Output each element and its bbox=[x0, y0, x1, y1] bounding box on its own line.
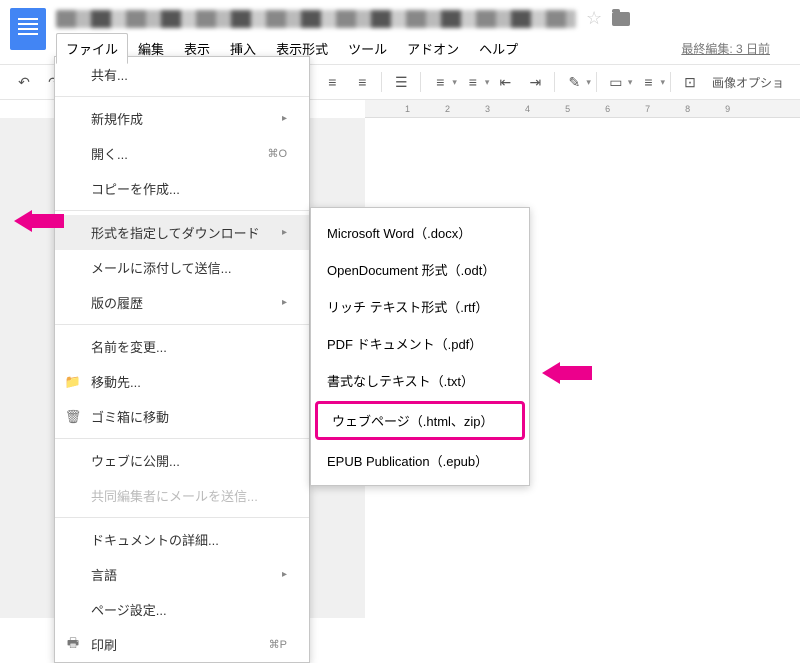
crop-icon[interactable]: ⊡ bbox=[676, 69, 704, 95]
star-icon[interactable]: ☆ bbox=[586, 8, 602, 29]
shortcut: ⌘P bbox=[269, 638, 287, 651]
folder-icon: 📁 bbox=[65, 374, 81, 390]
chevron-down-icon[interactable]: ▾ bbox=[485, 77, 490, 88]
menu-item-print[interactable]: 🖶印刷⌘P bbox=[55, 627, 309, 662]
border-icon[interactable]: ▭ bbox=[602, 69, 630, 95]
menu-item-email-attach[interactable]: メールに添付して送信... bbox=[55, 250, 309, 285]
chevron-down-icon[interactable]: ▾ bbox=[628, 77, 633, 88]
menu-item-move-to[interactable]: 📁移動先... bbox=[55, 364, 309, 399]
chevron-right-icon: ▸ bbox=[282, 113, 287, 124]
ruler-tick: 3 bbox=[485, 104, 490, 114]
ruler-tick: 8 bbox=[685, 104, 690, 114]
align-justify-icon[interactable]: ≡ bbox=[348, 69, 376, 95]
trash-icon: 🗑 bbox=[65, 409, 81, 425]
line-spacing-icon[interactable]: ☰ bbox=[387, 69, 415, 95]
menu-tools[interactable]: ツール bbox=[338, 33, 397, 64]
print-icon: 🖶 bbox=[65, 637, 81, 653]
ruler-tick: 9 bbox=[725, 104, 730, 114]
annotation-arrow-left bbox=[14, 210, 64, 232]
ruler-tick: 1 bbox=[405, 104, 410, 114]
undo-icon[interactable]: ↶ bbox=[10, 69, 38, 95]
menu-item-rename[interactable]: 名前を変更... bbox=[55, 329, 309, 364]
menu-item-language[interactable]: 言語▸ bbox=[55, 557, 309, 592]
submenu-odt[interactable]: OpenDocument 形式（.odt） bbox=[311, 251, 529, 288]
menu-item-download-as[interactable]: 形式を指定してダウンロード▸ bbox=[55, 215, 309, 250]
submenu-docx[interactable]: Microsoft Word（.docx） bbox=[311, 214, 529, 251]
numbered-list-icon[interactable]: ≡ bbox=[426, 69, 454, 95]
outdent-icon[interactable]: ⇤ bbox=[491, 69, 519, 95]
submenu-rtf[interactable]: リッチ テキスト形式（.rtf） bbox=[311, 288, 529, 325]
submenu-txt[interactable]: 書式なしテキスト（.txt） bbox=[311, 362, 529, 399]
annotation-arrow-right bbox=[542, 362, 592, 384]
indent-icon[interactable]: ⇥ bbox=[521, 69, 549, 95]
chevron-right-icon: ▸ bbox=[282, 569, 287, 580]
ruler-tick: 6 bbox=[605, 104, 610, 114]
menu-item-copy[interactable]: コピーを作成... bbox=[55, 171, 309, 206]
clear-format-icon[interactable]: ✎ bbox=[560, 69, 588, 95]
chevron-down-icon[interactable]: ▾ bbox=[586, 77, 591, 88]
chevron-right-icon: ▸ bbox=[282, 297, 287, 308]
menu-item-new[interactable]: 新規作成▸ bbox=[55, 101, 309, 136]
shortcut: ⌘O bbox=[267, 147, 287, 160]
menu-item-page-setup[interactable]: ページ設定... bbox=[55, 592, 309, 627]
doc-title-blurred[interactable] bbox=[56, 10, 576, 28]
last-edit[interactable]: 最終編集: 3 日前 bbox=[681, 40, 790, 57]
menu-item-details[interactable]: ドキュメントの詳細... bbox=[55, 522, 309, 557]
folder-icon[interactable] bbox=[612, 12, 630, 26]
ruler-tick: 4 bbox=[525, 104, 530, 114]
header: ☆ ファイル 編集 表示 挿入 表示形式 ツール アドオン ヘルプ 最終編集: … bbox=[0, 0, 800, 64]
ruler-tick: 7 bbox=[645, 104, 650, 114]
file-menu-dropdown: 共有... 新規作成▸ 開く...⌘O コピーを作成... 形式を指定してダウン… bbox=[54, 56, 310, 663]
chevron-down-icon[interactable]: ▾ bbox=[660, 77, 665, 88]
menu-item-version-history[interactable]: 版の履歴▸ bbox=[55, 285, 309, 320]
ruler-tick: 5 bbox=[565, 104, 570, 114]
ruler[interactable]: 1 2 3 4 5 6 7 8 9 bbox=[365, 100, 800, 118]
submenu-pdf[interactable]: PDF ドキュメント（.pdf） bbox=[311, 325, 529, 362]
submenu-epub[interactable]: EPUB Publication（.epub） bbox=[311, 442, 529, 479]
download-submenu: Microsoft Word（.docx） OpenDocument 形式（.o… bbox=[310, 207, 530, 486]
image-options-label[interactable]: 画像オプショ bbox=[706, 74, 790, 91]
ruler-tick: 2 bbox=[445, 104, 450, 114]
docs-icon[interactable] bbox=[10, 8, 46, 50]
menu-item-email-collab: 共同編集者にメールを送信... bbox=[55, 478, 309, 513]
menu-help[interactable]: ヘルプ bbox=[469, 33, 528, 64]
menu-item-open[interactable]: 開く...⌘O bbox=[55, 136, 309, 171]
chevron-right-icon: ▸ bbox=[282, 227, 287, 238]
menu-addons[interactable]: アドオン bbox=[397, 33, 469, 64]
menu-item-trash[interactable]: 🗑ゴミ箱に移動 bbox=[55, 399, 309, 434]
bulleted-list-icon[interactable]: ≡ bbox=[459, 69, 487, 95]
submenu-html-highlighted[interactable]: ウェブページ（.html、zip） bbox=[315, 401, 525, 440]
align-right-icon[interactable]: ≡ bbox=[318, 69, 346, 95]
line-weight-icon[interactable]: ≡ bbox=[634, 69, 662, 95]
menu-file[interactable]: ファイル bbox=[56, 33, 128, 64]
chevron-down-icon[interactable]: ▾ bbox=[452, 77, 457, 88]
menu-item-publish[interactable]: ウェブに公開... bbox=[55, 443, 309, 478]
